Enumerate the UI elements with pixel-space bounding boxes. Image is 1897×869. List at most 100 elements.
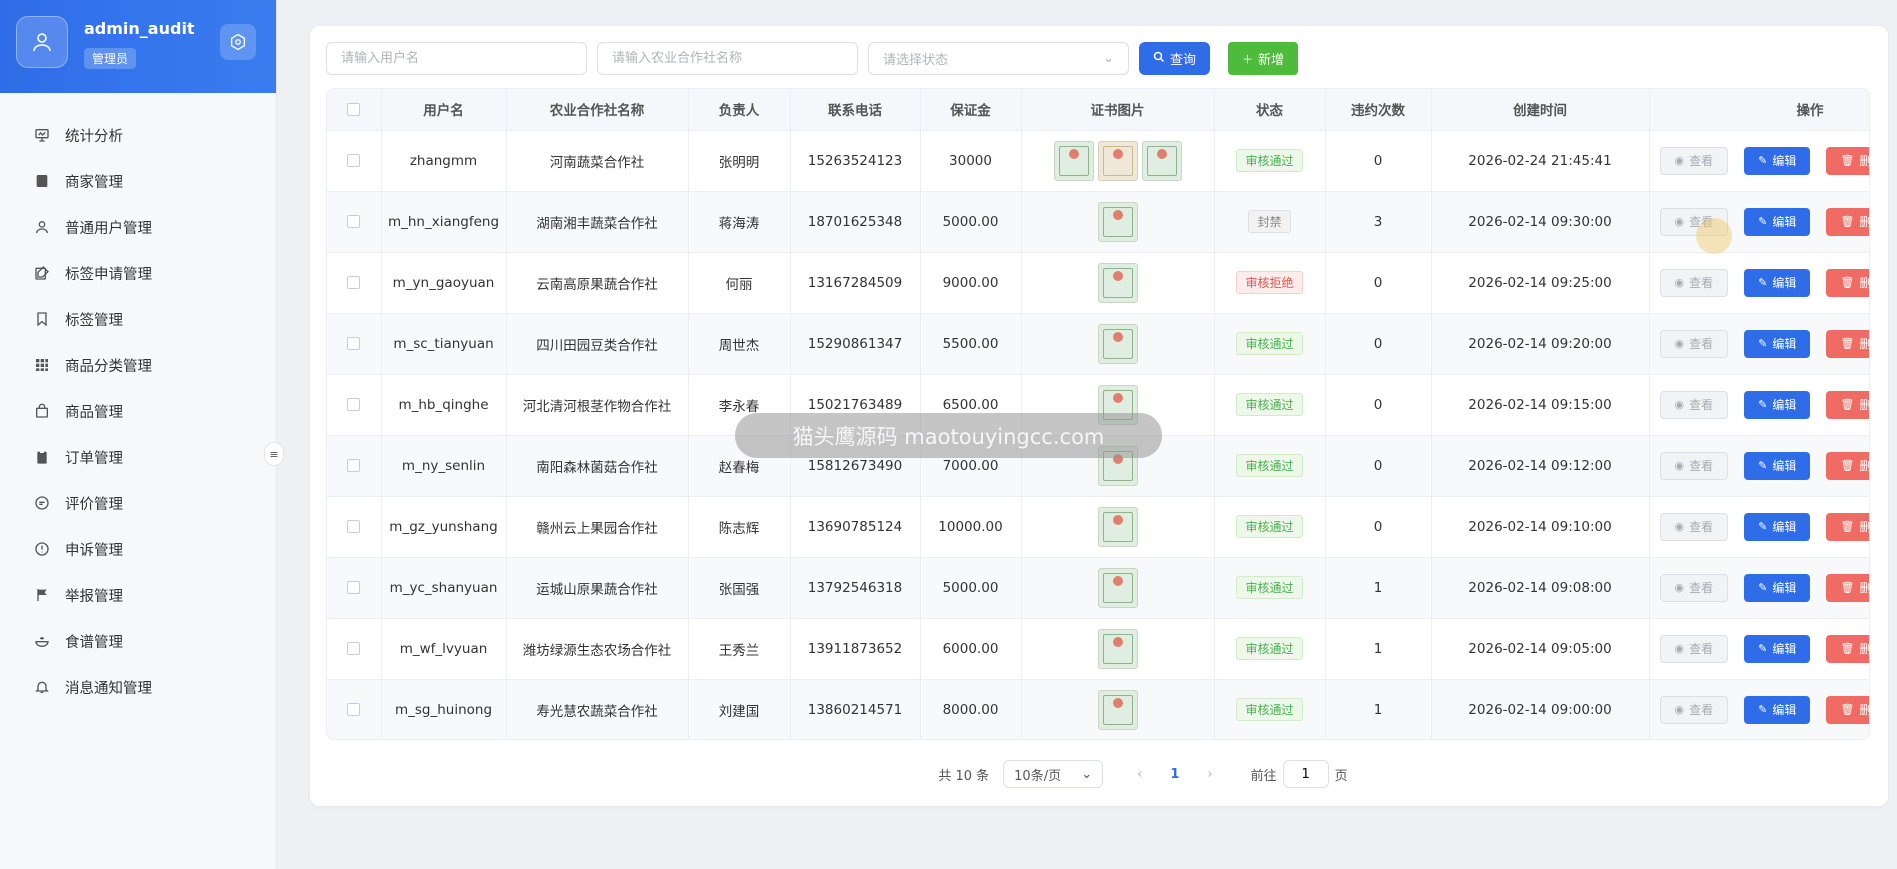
next-page-icon[interactable]: › bbox=[1207, 767, 1212, 782]
certificate-thumbnail[interactable] bbox=[1097, 262, 1138, 303]
view-button[interactable]: ◉ 查看 bbox=[1659, 451, 1729, 480]
delete-button[interactable]: 🗑 删除 bbox=[1826, 451, 1869, 480]
username-search-input[interactable] bbox=[326, 42, 587, 75]
cell-actions: ◉查看✎编辑🗑删除 bbox=[1649, 191, 1869, 253]
row-checkbox[interactable] bbox=[347, 215, 361, 228]
sidebar-item-4[interactable]: 标签管理 bbox=[0, 296, 277, 342]
edit-button[interactable]: ✎ 编辑 bbox=[1744, 451, 1811, 480]
sidebar-item-12[interactable]: 消息通知管理 bbox=[0, 664, 277, 710]
add-button[interactable]: ＋ 新增 bbox=[1228, 42, 1299, 75]
cell-created: 2026-02-24 21:45:41 bbox=[1431, 130, 1650, 192]
delete-button[interactable]: 🗑 删除 bbox=[1826, 634, 1869, 663]
sidebar-item-3[interactable]: 标签申请管理 bbox=[0, 250, 277, 296]
page-number[interactable]: 1 bbox=[1170, 767, 1179, 782]
delete-button[interactable]: 🗑 删除 bbox=[1826, 573, 1869, 602]
sidebar-item-label: 商家管理 bbox=[65, 174, 123, 191]
cell-coop: 河南蔬菜合作社 bbox=[506, 130, 689, 192]
pencil-icon: ✎ bbox=[1758, 337, 1768, 350]
certificate-thumbnail[interactable] bbox=[1097, 506, 1138, 547]
edit-button[interactable]: ✎ 编辑 bbox=[1744, 329, 1811, 358]
status-badge: 审核通过 bbox=[1236, 149, 1303, 172]
certificate-thumbnail[interactable] bbox=[1097, 567, 1138, 608]
delete-button[interactable]: 🗑 删除 bbox=[1826, 268, 1869, 297]
delete-button[interactable]: 🗑 删除 bbox=[1826, 695, 1869, 724]
cell-created: 2026-02-14 09:15:00 bbox=[1431, 374, 1650, 436]
pencil-icon: ✎ bbox=[1758, 459, 1768, 472]
view-button[interactable]: ◉ 查看 bbox=[1659, 573, 1729, 602]
pagination: 共 10 条 10条/页 ⌄ ‹ 1 › 前往 页 bbox=[310, 760, 1888, 788]
sidebar-item-8[interactable]: 评价管理 bbox=[0, 480, 277, 526]
edit-button[interactable]: ✎ 编辑 bbox=[1744, 573, 1811, 602]
view-button[interactable]: ◉ 查看 bbox=[1659, 329, 1729, 358]
cell-status: 审核通过 bbox=[1214, 679, 1326, 739]
delete-button[interactable]: 🗑 删除 bbox=[1826, 146, 1869, 175]
page-size-select[interactable]: 10条/页 ⌄ bbox=[1003, 760, 1104, 788]
table-row: m_sc_tianyuan 四川田园豆类合作社 周世杰 15290861347 5500… bbox=[327, 313, 1869, 375]
view-button[interactable]: ◉ 查看 bbox=[1659, 390, 1729, 419]
sidebar-item-9[interactable]: 申诉管理 bbox=[0, 526, 277, 572]
row-checkbox[interactable] bbox=[347, 276, 361, 289]
edit-button[interactable]: ✎ 编辑 bbox=[1744, 512, 1811, 541]
certificate-thumbnail[interactable] bbox=[1053, 140, 1094, 181]
bookmark-icon bbox=[33, 310, 51, 328]
cell-status: 审核通过 bbox=[1214, 374, 1326, 436]
edit-button[interactable]: ✎ 编辑 bbox=[1744, 268, 1811, 297]
cell-violations: 0 bbox=[1325, 130, 1432, 192]
certificate-thumbnail[interactable] bbox=[1097, 140, 1138, 181]
edit-button[interactable]: ✎ 编辑 bbox=[1744, 695, 1811, 724]
cell-phone: 18701625348 bbox=[790, 191, 921, 253]
row-checkbox[interactable] bbox=[347, 520, 361, 533]
delete-button[interactable]: 🗑 删除 bbox=[1826, 390, 1869, 419]
coop-search-input[interactable] bbox=[597, 42, 858, 75]
cell-violations: 1 bbox=[1325, 679, 1432, 739]
view-button[interactable]: ◉ 查看 bbox=[1659, 146, 1729, 175]
pencil-icon: ✎ bbox=[1758, 215, 1768, 228]
sidebar-item-5[interactable]: 商品分类管理 bbox=[0, 342, 277, 388]
row-checkbox[interactable] bbox=[347, 154, 361, 167]
sidebar-item-10[interactable]: 举报管理 bbox=[0, 572, 277, 618]
edit-button[interactable]: ✎ 编辑 bbox=[1744, 634, 1811, 663]
sidebar-item-7[interactable]: 订单管理 bbox=[0, 434, 277, 480]
sidebar-item-1[interactable]: 商家管理 bbox=[0, 158, 277, 204]
certificate-thumbnail[interactable] bbox=[1097, 201, 1138, 242]
select-all-checkbox[interactable] bbox=[347, 102, 361, 116]
row-checkbox[interactable] bbox=[347, 581, 361, 594]
row-checkbox[interactable] bbox=[347, 642, 361, 655]
edit-button[interactable]: ✎ 编辑 bbox=[1744, 146, 1811, 175]
trash-icon: 🗑 bbox=[1840, 215, 1855, 228]
edit-button[interactable]: ✎ 编辑 bbox=[1744, 207, 1811, 236]
status-badge: 封禁 bbox=[1248, 210, 1291, 233]
header-phone: 联系电话 bbox=[790, 89, 921, 131]
sidebar-collapse-toggle[interactable]: ≡ bbox=[264, 442, 284, 466]
certificate-thumbnail[interactable] bbox=[1097, 323, 1138, 364]
cursor-highlight bbox=[1696, 218, 1732, 254]
avatar[interactable] bbox=[16, 16, 68, 68]
settings-button[interactable] bbox=[220, 24, 256, 60]
sidebar-item-2[interactable]: 普通用户管理 bbox=[0, 204, 277, 250]
goto-page-input[interactable] bbox=[1282, 760, 1329, 788]
sidebar-item-6[interactable]: 商品管理 bbox=[0, 388, 277, 434]
row-checkbox[interactable] bbox=[347, 337, 361, 350]
view-button[interactable]: ◉ 查看 bbox=[1659, 634, 1729, 663]
certificate-thumbnail[interactable] bbox=[1097, 628, 1138, 669]
status-select[interactable]: 请选择状态 ⌄ bbox=[868, 42, 1129, 75]
cell-certs bbox=[1021, 496, 1215, 558]
sidebar-item-0[interactable]: 统计分析 bbox=[0, 112, 277, 158]
row-checkbox[interactable] bbox=[347, 398, 361, 411]
delete-button[interactable]: 🗑 删除 bbox=[1826, 329, 1869, 358]
view-button[interactable]: ◉ 查看 bbox=[1659, 512, 1729, 541]
cell-deposit: 10000.00 bbox=[920, 496, 1022, 558]
delete-button[interactable]: 🗑 删除 bbox=[1826, 207, 1869, 236]
delete-button[interactable]: 🗑 删除 bbox=[1826, 512, 1869, 541]
row-checkbox[interactable] bbox=[347, 703, 361, 716]
edit-button[interactable]: ✎ 编辑 bbox=[1744, 390, 1811, 419]
prev-page-icon[interactable]: ‹ bbox=[1137, 767, 1142, 782]
row-checkbox[interactable] bbox=[347, 459, 361, 472]
query-button[interactable]: 查询 bbox=[1139, 42, 1211, 75]
sidebar-item-11[interactable]: 食谱管理 bbox=[0, 618, 277, 664]
view-button[interactable]: ◉ 查看 bbox=[1659, 695, 1729, 724]
view-button[interactable]: ◉ 查看 bbox=[1659, 268, 1729, 297]
certificate-thumbnail[interactable] bbox=[1097, 689, 1138, 730]
certificate-thumbnail[interactable] bbox=[1141, 140, 1182, 181]
view-button-label: 查看 bbox=[1689, 520, 1714, 534]
